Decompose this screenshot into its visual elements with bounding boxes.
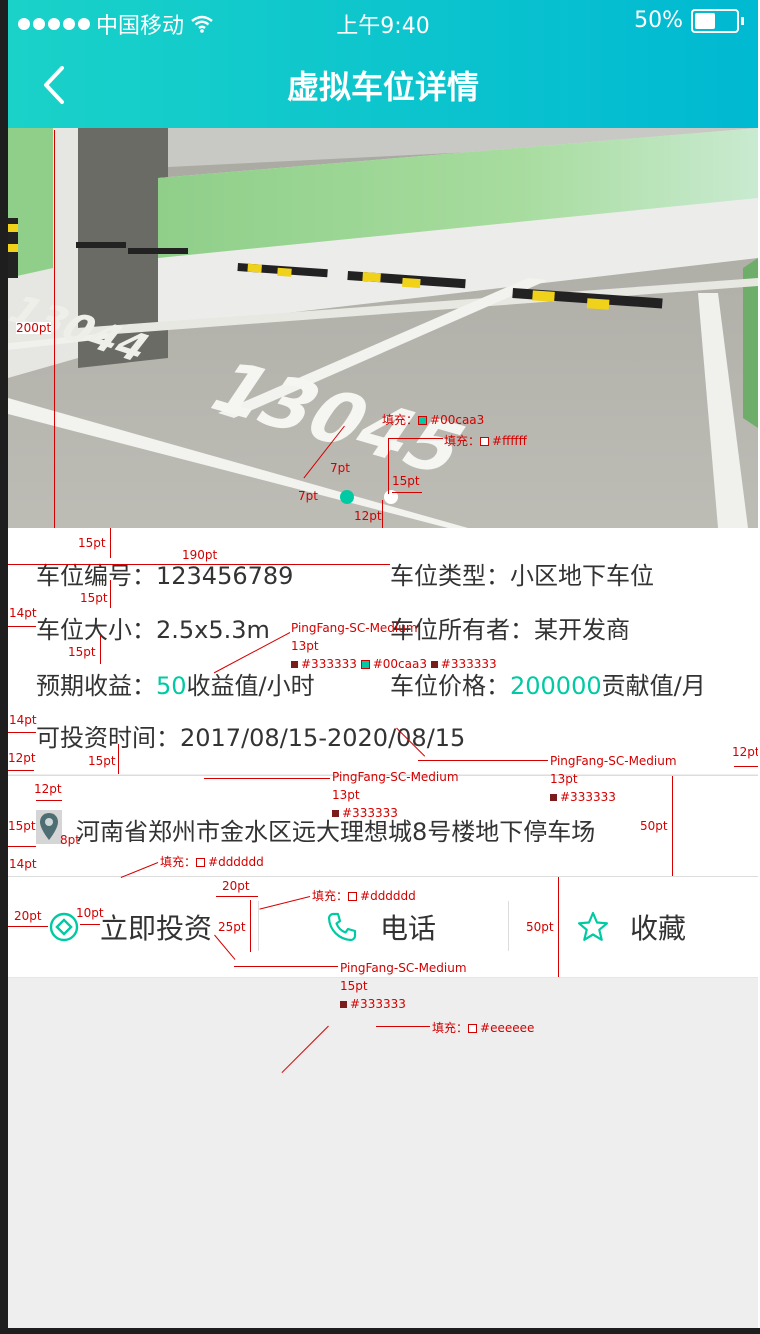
ann-font-1-size: 13pt (291, 639, 319, 653)
spot-type: 车位类型：小区地下车位 (390, 556, 654, 591)
ann-bottom-pad: 15pt (88, 754, 116, 768)
spot-number-label: 车位编号： (36, 562, 156, 590)
ann-font-3-color: #333333 (332, 807, 398, 819)
ann-dot-gap: 15pt (392, 474, 420, 488)
spot-size-value: 2.5x5.3m (156, 616, 270, 644)
expected-income: 预期收益：50收益值/小时 (36, 666, 315, 701)
star-icon (577, 911, 609, 941)
ann-font-3-size: 13pt (332, 788, 360, 802)
income-value: 50 (156, 672, 187, 700)
income-label: 预期收益： (36, 672, 156, 700)
ann-row-gap-3: 15pt (68, 645, 96, 659)
status-bar: 中国移动 上午9:40 50% (8, 0, 758, 40)
spot-type-label: 车位类型： (390, 562, 510, 590)
ann-action-height: 50pt (526, 920, 554, 934)
spot-owner: 车位所有者：某开发商 (390, 610, 630, 645)
income-unit: 收益值/小时 (186, 672, 315, 700)
ann-font-4-size: 15pt (340, 979, 368, 993)
ann-pin-height: 15pt (8, 819, 36, 833)
ann-dot-bottom: 12pt (354, 509, 382, 523)
ann-right-pad: 12pt (732, 745, 758, 759)
divider (508, 901, 509, 951)
ann-dot-width: 7pt (330, 461, 350, 475)
ann-pin-gap: 8pt (60, 833, 80, 847)
page: 中国移动 上午9:40 50% 虚拟车位详情 13044 13045 车位编号：… (8, 0, 758, 1328)
ann-fill-divider-2: 填充： #dddddd (312, 889, 416, 903)
ann-font-4: PingFang-SC-Medium (340, 961, 467, 975)
ann-font-2-color: #333333 (550, 791, 616, 803)
screen-frame-left (0, 0, 8, 1334)
parking-lot-illustration: 13044 13045 (8, 128, 758, 528)
ann-left-pad-2: 14pt (9, 713, 37, 727)
invest-label: 立即投资 (100, 912, 213, 945)
battery: 50% (634, 8, 744, 33)
ann-icon-gap: 10pt (76, 906, 104, 920)
ann-fill-divider: 填充： #dddddd (160, 855, 264, 869)
battery-icon (691, 8, 739, 33)
ann-left-pad-3: 12pt (8, 751, 36, 765)
carousel-dot[interactable] (340, 490, 354, 504)
spot-owner-value: 某开发商 (534, 616, 630, 644)
price-value: 200000 (510, 672, 602, 700)
divider (8, 977, 758, 978)
ann-action-gap: 20pt (222, 879, 250, 893)
page-title: 虚拟车位详情 (286, 68, 479, 106)
ann-row-gap-2: 15pt (80, 591, 108, 605)
screen-frame-bottom (0, 1328, 760, 1334)
ann-font-1-colors: #333333 #00caa3 #333333 (291, 658, 497, 670)
spot-size: 车位大小：2.5x5.3m (36, 610, 270, 645)
carousel-pagination (340, 490, 398, 504)
ann-pin-width: 12pt (34, 782, 62, 796)
ann-action-left: 20pt (14, 909, 42, 923)
ann-pin-left: 14pt (9, 857, 37, 871)
ann-font-1: PingFang-SC-Medium (291, 621, 418, 635)
phone-label: 电话 (380, 912, 437, 945)
investment-period: 可投资时间：2017/08/15-2020/08/15 (36, 718, 465, 753)
map-pin-icon (36, 810, 62, 844)
header: 中国移动 上午9:40 50% 虚拟车位详情 (8, 0, 758, 128)
battery-percent: 50% (634, 8, 683, 33)
favorite-label: 收藏 (630, 912, 687, 945)
ann-separator-height: 25pt (218, 920, 246, 934)
spot-number-value: 123456789 (156, 562, 294, 590)
parking-photo[interactable]: 13044 13045 (8, 128, 758, 528)
ann-fill-background: 填充： #eeeeee (432, 1021, 535, 1035)
spot-number: 车位编号：123456789 (36, 556, 293, 591)
ann-font-2: PingFang-SC-Medium (550, 754, 677, 768)
invest-button[interactable]: 立即投资 (48, 877, 212, 977)
favorite-button[interactable]: 收藏 (576, 877, 686, 977)
price-label: 车位价格： (390, 672, 510, 700)
period-value: 2017/08/15-2020/08/15 (180, 724, 466, 752)
ann-hero-height: 200pt (16, 321, 52, 335)
price-unit: 贡献值/月 (601, 672, 706, 700)
ann-font-3: PingFang-SC-Medium (332, 770, 459, 784)
spot-size-label: 车位大小： (36, 616, 156, 644)
phone-icon (327, 912, 357, 942)
ann-fill-white: 填充： #ffffff (444, 434, 527, 448)
ann-address-height: 50pt (640, 819, 668, 833)
spot-price: 车位价格：200000贡献值/月 (390, 666, 706, 701)
ann-dot-height: 7pt (298, 489, 318, 503)
ann-left-pad: 14pt (9, 606, 37, 620)
ann-row-gap-1: 15pt (78, 536, 106, 550)
ann-col-x: 190pt (182, 548, 218, 562)
ann-font-4-color: #333333 (340, 998, 406, 1010)
spot-type-value: 小区地下车位 (510, 562, 654, 590)
ann-font-2-size: 13pt (550, 772, 578, 786)
ann-fill-accent: 填充： #00caa3 (382, 413, 485, 427)
period-label: 可投资时间： (36, 724, 180, 752)
